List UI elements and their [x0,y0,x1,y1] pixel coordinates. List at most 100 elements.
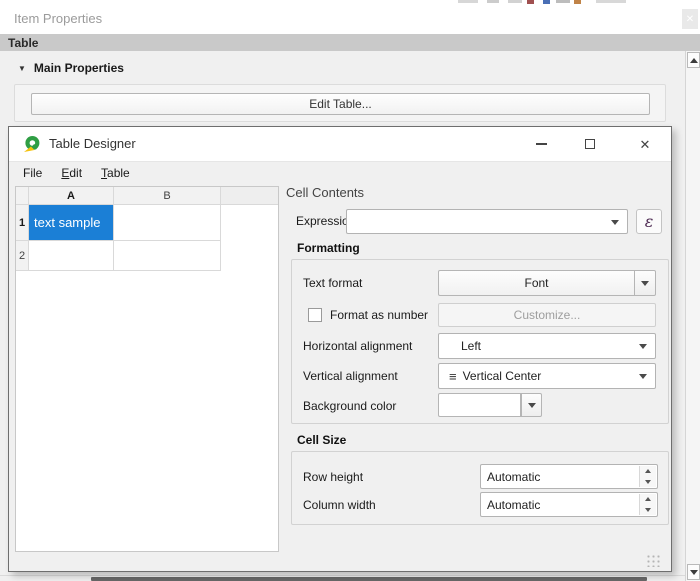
format-as-number-label: Format as number [330,302,428,328]
toolbar-fragment [508,0,522,3]
scrollbar-down-button[interactable] [687,564,700,580]
minimize-icon [536,143,547,145]
spinner-buttons[interactable] [639,494,656,515]
chevron-down-icon [611,220,619,225]
dialog-titlebar[interactable]: Table Designer ✕ [9,127,671,161]
toolbar-fragment [596,0,626,3]
row-height-spinbox[interactable]: Automatic [480,464,658,489]
main-properties-label: Main Properties [34,61,124,75]
menu-file[interactable]: File [23,163,51,183]
close-icon: ✕ [640,138,651,151]
scroll-up-icon [690,58,698,63]
maximize-icon [585,139,595,149]
column-header-row: A B [16,187,278,205]
dialog-title: Table Designer [49,136,136,151]
collapse-arrow-icon: ▼ [18,64,26,73]
table-row: 2 [16,241,278,271]
row-header-1[interactable]: 1 [16,205,29,241]
edit-table-button[interactable]: Edit Table... [31,93,650,115]
vertical-alignment-value: Vertical Center [463,369,542,383]
background-color-button[interactable] [438,393,656,417]
row-height-value: Automatic [487,470,540,484]
horizontal-alignment-value: Left [461,339,481,353]
toolbar-fragment [543,0,550,4]
cell-b1[interactable] [114,205,221,241]
toolbar-fragment [458,0,478,3]
menu-edit[interactable]: Edit [61,163,91,183]
divider [0,575,685,576]
close-button[interactable]: ✕ [630,134,660,154]
panel-vertical-scrollbar[interactable] [685,51,700,581]
chevron-down-icon [528,403,536,408]
color-swatch[interactable] [438,393,521,417]
row-height-label: Row height [303,464,363,490]
cell-a2[interactable] [29,241,114,271]
scrollbar-up-button[interactable] [687,52,700,68]
toolbar-fragment [556,0,570,3]
chevron-down-icon [639,344,647,349]
section-title: Table [8,36,38,50]
column-header-a[interactable]: A [29,187,114,205]
spin-up-icon [645,497,651,501]
qgis-logo-icon [23,135,41,153]
cell-b2[interactable] [114,241,221,271]
corner-cell[interactable] [16,187,29,205]
toolbar-fragment [574,0,581,4]
background-color-label: Background color [303,393,396,419]
vertical-alignment-combobox[interactable]: ≡ Vertical Center [438,363,656,389]
cell-size-heading: Cell Size [297,433,346,447]
background-window-edge [91,577,647,581]
spin-down-button[interactable] [640,505,656,516]
item-properties-titlebar: Item Properties ✕ [0,5,700,33]
scroll-down-icon [690,570,698,575]
column-width-label: Column width [303,492,376,518]
formatting-heading: Formatting [297,241,360,255]
spreadsheet[interactable]: A B 1 text sample 2 [15,186,279,552]
horizontal-alignment-label: Horizontal alignment [303,333,412,359]
chevron-down-icon [641,281,649,286]
text-format-button[interactable]: Font [438,270,656,296]
spin-down-icon [645,480,651,484]
table-row: 1 text sample [16,205,278,241]
cell-contents-heading: Cell Contents [286,185,364,200]
column-header-b[interactable]: B [114,187,221,205]
background-color-dropdown[interactable] [521,393,542,417]
main-properties-header[interactable]: ▼ Main Properties [18,61,124,75]
spin-down-icon [645,508,651,512]
toolbar-fragment [527,0,534,4]
spinner-buttons[interactable] [639,466,656,487]
spin-up-button[interactable] [640,494,656,505]
spacer [542,393,656,417]
screen: Item Properties ✕ Table ▼ Main Propertie… [0,0,700,581]
vertical-alignment-label: Vertical alignment [303,363,398,389]
horizontal-alignment-combobox[interactable]: Left [438,333,656,359]
chevron-down-icon [639,374,647,379]
dialog-menubar: File Edit Table [9,161,671,183]
cell-a1[interactable]: text sample [29,205,114,241]
row-header-2[interactable]: 2 [16,241,29,271]
expression-builder-button[interactable]: ε [636,209,662,234]
expression-combobox[interactable] [346,209,628,234]
text-format-label: Text format [303,270,362,296]
spin-down-button[interactable] [640,477,656,488]
text-format-dropdown[interactable] [635,270,656,296]
table-section-header: Table [0,33,700,51]
table-designer-dialog: Table Designer ✕ File Edit Table A B [8,126,672,572]
maximize-button[interactable] [575,134,605,154]
format-as-number-checkbox[interactable] [308,308,322,322]
customize-button[interactable]: Customize... [438,303,656,327]
spin-up-button[interactable] [640,466,656,477]
column-width-value: Automatic [487,498,540,512]
minimize-button[interactable] [526,134,556,154]
panel-title: Item Properties [14,11,102,26]
menu-table[interactable]: Table [101,163,139,183]
toolbar-fragment [487,0,499,3]
column-width-spinbox[interactable]: Automatic [480,492,658,517]
vertical-center-icon: ≡ [449,369,457,384]
header-filler [221,187,278,205]
resize-grip[interactable] [645,553,661,567]
main-properties-groupbox: Edit Table... [14,84,666,122]
panel-close-icon[interactable]: ✕ [682,9,698,29]
spin-up-icon [645,469,651,473]
text-format-value[interactable]: Font [438,270,635,296]
